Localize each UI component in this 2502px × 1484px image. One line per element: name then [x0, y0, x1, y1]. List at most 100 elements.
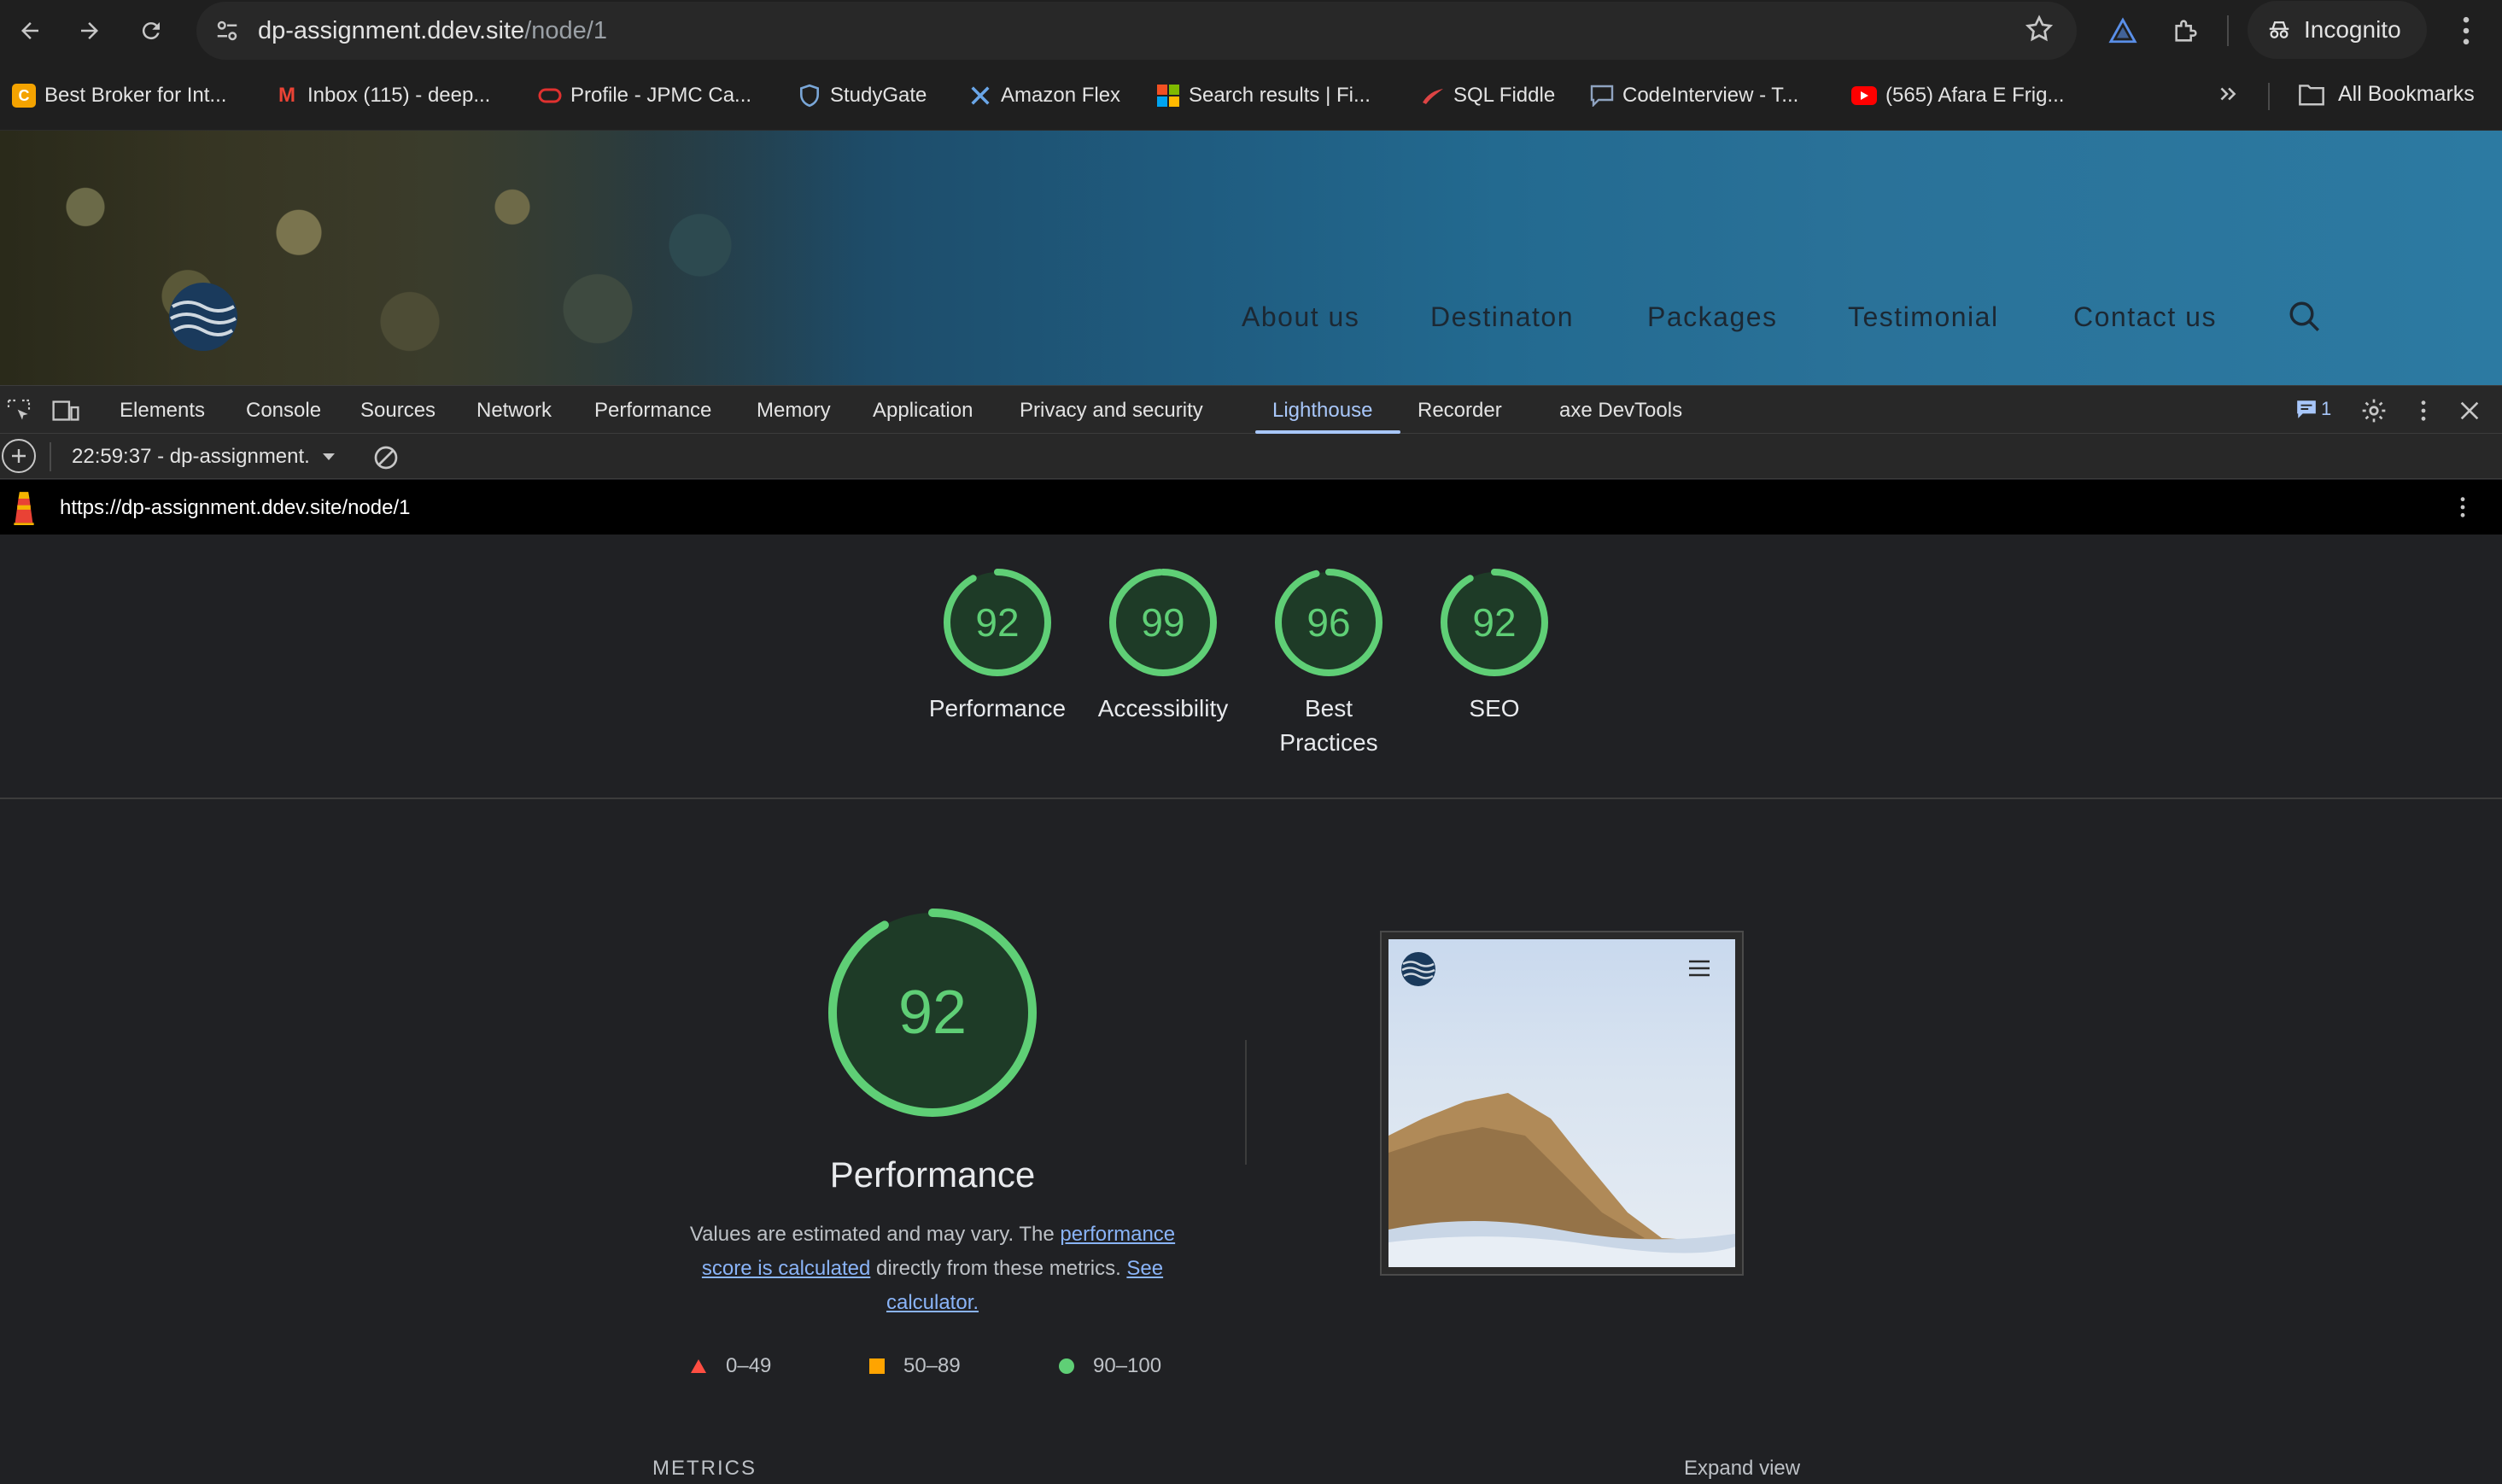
- forward-icon[interactable]: [70, 11, 109, 50]
- nav-testimonial[interactable]: Testimonial: [1848, 301, 1999, 333]
- gauge-ring: 92: [1439, 567, 1550, 678]
- nav-contact-us[interactable]: Contact us: [2073, 301, 2217, 333]
- screenshot-logo: [1400, 951, 1436, 987]
- tab-lighthouse[interactable]: Lighthouse: [1272, 399, 1372, 423]
- bookmarks-separator: [2268, 83, 2270, 110]
- reload-icon[interactable]: [132, 11, 171, 50]
- close-icon[interactable]: [2456, 397, 2483, 424]
- tab-privacy-security[interactable]: Privacy and security: [1020, 399, 1203, 423]
- score-gauge-best-practices[interactable]: 96 Best Practices: [1243, 567, 1414, 760]
- report-select-label: 22:59:37 - dp-assignment.: [72, 445, 310, 468]
- legend-average: 50–89: [869, 1354, 961, 1378]
- nav-packages[interactable]: Packages: [1647, 301, 1778, 333]
- bookmarks-bar: C Best Broker for Int... M Inbox (115) -…: [0, 62, 2502, 131]
- flex-icon: [968, 84, 992, 108]
- report-menu-icon[interactable]: [2449, 494, 2476, 521]
- bookmark-item[interactable]: StudyGate: [798, 81, 927, 110]
- gauge-label: Best Practices: [1279, 695, 1378, 756]
- lighthouse-url[interactable]: https://dp-assignment.ddev.site/node/1: [60, 496, 410, 520]
- bookmark-item[interactable]: Search results | Fi...: [1156, 81, 1371, 110]
- extension-triangle-icon[interactable]: [2104, 12, 2142, 50]
- site-info-icon[interactable]: [210, 14, 244, 48]
- all-bookmarks-button[interactable]: All Bookmarks: [2297, 81, 2475, 107]
- tab-console[interactable]: Console: [246, 399, 321, 423]
- bookmark-item[interactable]: M Inbox (115) - deep...: [275, 81, 490, 110]
- legend-fail: 0–49: [690, 1354, 771, 1378]
- url-host: dp-assignment.ddev.site: [258, 17, 525, 44]
- tab-network[interactable]: Network: [476, 399, 552, 423]
- new-report-plus-icon[interactable]: [2, 439, 36, 473]
- youtube-icon: [1851, 86, 1877, 105]
- score-gauge-performance[interactable]: 92 Performance: [912, 567, 1083, 726]
- issues-counter[interactable]: 1: [2295, 398, 2331, 420]
- inspect-element-icon[interactable]: [5, 397, 32, 424]
- gauge-ring: 99: [1108, 567, 1219, 678]
- sqlfiddle-icon: [1421, 84, 1445, 108]
- incognito-button[interactable]: Incognito: [2248, 1, 2427, 59]
- gauge-label: Performance: [928, 695, 1067, 722]
- expand-view-button[interactable]: Expand view: [1684, 1457, 1800, 1481]
- report-select[interactable]: 22:59:37 - dp-assignment.: [72, 445, 336, 469]
- incognito-icon: [2266, 17, 2292, 43]
- bookmark-label: Search results | Fi...: [1189, 84, 1371, 107]
- gmail-icon: M: [278, 84, 295, 107]
- summary-divider: [0, 798, 2502, 799]
- nav-about-us[interactable]: About us: [1242, 301, 1359, 333]
- bookmark-item[interactable]: C Best Broker for Int...: [12, 81, 226, 110]
- tab-axe-devtools[interactable]: axe DevTools: [1559, 399, 1682, 423]
- legend-range: 50–89: [903, 1354, 961, 1377]
- final-screenshot-frame[interactable]: [1380, 931, 1744, 1276]
- message-icon: [2295, 399, 2318, 419]
- desc-text: directly from these metrics.: [870, 1257, 1127, 1280]
- url-text[interactable]: dp-assignment.ddev.site/node/1: [258, 17, 607, 45]
- gauge-ring: 92: [942, 567, 1053, 678]
- bookmark-item[interactable]: Profile - JPMC Ca...: [538, 81, 751, 110]
- tab-sources[interactable]: Sources: [360, 399, 436, 423]
- clear-block-icon[interactable]: [372, 444, 400, 471]
- bookmark-item[interactable]: CodeInterview - T...: [1590, 81, 1798, 110]
- toolbar-separator: [50, 442, 51, 471]
- bookmark-label: Inbox (115) - deep...: [307, 84, 491, 107]
- tab-elements[interactable]: Elements: [120, 399, 205, 423]
- tab-memory[interactable]: Memory: [757, 399, 831, 423]
- chevron-down-icon: [322, 453, 336, 461]
- chevron-double-right-icon[interactable]: [2217, 81, 2239, 107]
- address-bar[interactable]: dp-assignment.ddev.site/node/1: [196, 2, 2077, 60]
- lighthouse-url-bar: https://dp-assignment.ddev.site/node/1: [0, 480, 2502, 535]
- gauge-score: 92: [1472, 600, 1517, 645]
- tab-performance[interactable]: Performance: [594, 399, 711, 423]
- chrome-menu-icon[interactable]: [2447, 12, 2485, 50]
- back-icon[interactable]: [10, 11, 50, 50]
- microsoft-icon: [1156, 84, 1180, 108]
- bookmark-item[interactable]: (565) Afara E Frig...: [1851, 81, 2064, 110]
- hamburger-menu-icon: [1687, 958, 1711, 979]
- devtools-menu-icon[interactable]: [2410, 397, 2437, 424]
- nav-destination[interactable]: Destinaton: [1430, 301, 1574, 333]
- bookmark-item[interactable]: SQL Fiddle: [1421, 81, 1555, 110]
- hero-reef-image: [0, 131, 854, 385]
- extensions-puzzle-icon[interactable]: [2167, 12, 2205, 50]
- search-icon[interactable]: [2287, 299, 2323, 335]
- score-gauge-accessibility[interactable]: 99 Accessibility: [1078, 567, 1248, 726]
- lighthouse-report: 92 Performance 99 Accessibility 96 Best …: [0, 535, 2502, 1484]
- bookmark-label: (565) Afara E Frig...: [1885, 84, 2065, 107]
- score-gauge-seo[interactable]: 92 SEO: [1409, 567, 1580, 726]
- bookmark-label: Amazon Flex: [1001, 84, 1121, 107]
- gauge-score: 92: [975, 600, 1020, 645]
- legend-range: 90–100: [1093, 1354, 1162, 1377]
- bookmark-star-icon[interactable]: [2024, 14, 2055, 44]
- tab-application[interactable]: Application: [873, 399, 973, 423]
- site-hero: About us Destinaton Packages Testimonial…: [0, 131, 2502, 385]
- device-toolbar-icon[interactable]: [51, 397, 80, 424]
- broker-icon: C: [12, 84, 36, 108]
- vertical-divider: [1245, 1040, 1247, 1165]
- folder-icon: [2297, 81, 2326, 107]
- site-logo[interactable]: [167, 281, 239, 353]
- tab-recorder[interactable]: Recorder: [1418, 399, 1502, 423]
- settings-gear-icon[interactable]: [2360, 397, 2388, 424]
- gauge-label: Accessibility: [1097, 695, 1229, 722]
- bookmark-item[interactable]: Amazon Flex: [968, 81, 1120, 110]
- gauge-ring: 96: [1273, 567, 1384, 678]
- legend-range: 0–49: [726, 1354, 772, 1377]
- oracle-icon: [538, 84, 562, 108]
